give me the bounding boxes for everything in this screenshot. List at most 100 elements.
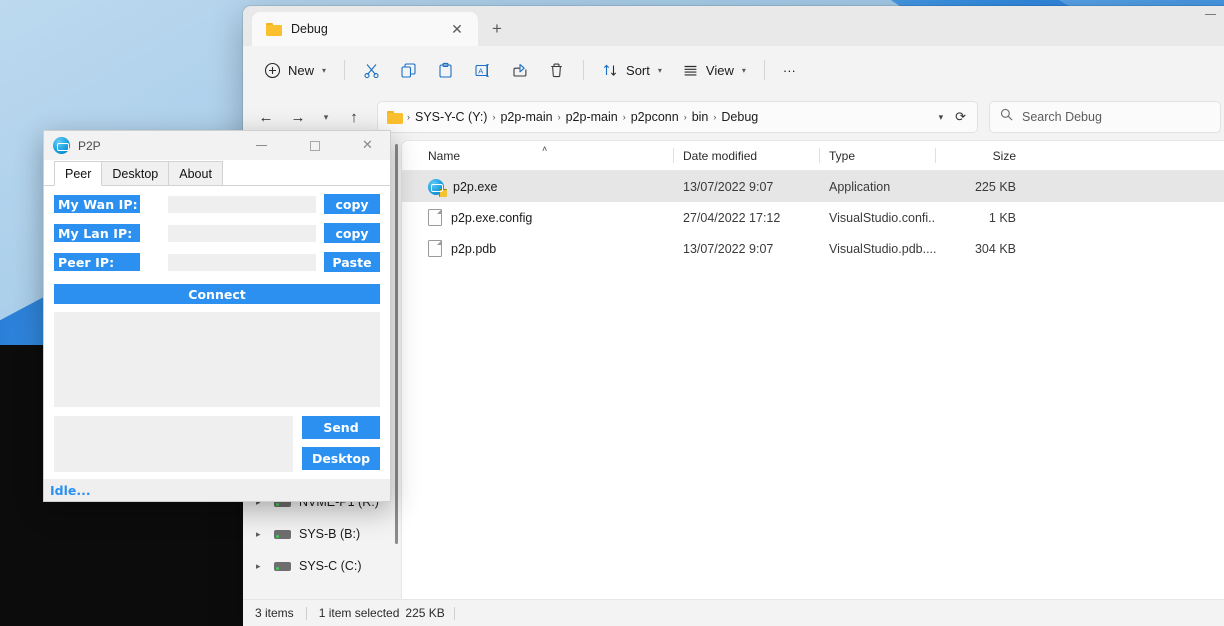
file-size-cell: 1 KB	[988, 210, 1016, 225]
sort-button-label: Sort	[626, 62, 650, 78]
file-type-cell: Application	[829, 179, 891, 194]
refresh-icon[interactable]: ⟳	[950, 109, 971, 125]
table-row[interactable]: p2p.pdb 13/07/2022 9:07 VisualStudio.pdb…	[402, 233, 1224, 264]
chevron-right-icon[interactable]: ▸	[256, 561, 266, 572]
back-button[interactable]: ←	[251, 102, 281, 132]
new-button[interactable]: New ▾	[255, 54, 335, 86]
sidebar-item-sys-b[interactable]: ▸ SYS-B (B:)	[243, 518, 401, 550]
forward-button[interactable]: →	[283, 102, 313, 132]
lan-ip-label: My Lan IP:	[54, 224, 140, 242]
peer-ip-label: Peer IP:	[54, 253, 140, 271]
tab-about[interactable]: About	[168, 161, 223, 185]
file-date-cell: 27/04/2022 17:12	[683, 210, 781, 225]
breadcrumb-item-1[interactable]: p2p-main	[495, 110, 557, 124]
search-input[interactable]: Search Debug	[989, 101, 1221, 133]
breadcrumb-item-5[interactable]: Debug	[716, 110, 763, 124]
paste-peer-ip-button[interactable]: Paste	[324, 252, 380, 272]
sort-icon	[602, 62, 619, 79]
sort-button[interactable]: Sort ▾	[593, 54, 671, 86]
terminal-output: ject	[0, 542, 240, 563]
close-button[interactable]: ✕	[345, 131, 390, 160]
column-header-name[interactable]: Name ˄	[420, 141, 674, 170]
p2p-app-window[interactable]: P2P ✕ Peer Desktop About My Wan IP: copy…	[43, 130, 391, 502]
chevron-down-icon[interactable]: ▾	[658, 66, 662, 75]
chevron-down-icon[interactable]: ▾	[742, 66, 746, 75]
breadcrumb-item-0[interactable]: SYS-Y-C (Y:)	[410, 110, 492, 124]
file-name-cell: p2p.exe.config	[420, 209, 674, 226]
message-input[interactable]	[54, 416, 293, 472]
copy-lan-ip-button[interactable]: copy	[324, 223, 380, 243]
cut-button[interactable]	[354, 54, 389, 86]
selection-label: 1 item selected	[318, 606, 400, 620]
p2p-status-bar: Idle...	[44, 479, 390, 501]
paste-icon	[437, 62, 454, 79]
background-window-minimize-icon[interactable]	[1205, 14, 1216, 15]
file-date-cell: 13/07/2022 9:07	[683, 179, 774, 194]
chevron-down-icon[interactable]: ▾	[932, 112, 951, 123]
divider	[583, 60, 585, 80]
sidebar-item-sys-c[interactable]: ▸ SYS-C (C:)	[243, 550, 401, 582]
view-button-label: View	[705, 62, 734, 78]
send-button[interactable]: Send	[302, 416, 380, 439]
new-button-label: New	[288, 62, 315, 78]
maximize-button[interactable]	[292, 131, 337, 160]
breadcrumb[interactable]: › SYS-Y-C (Y:) › p2p-main › p2p-main › p…	[377, 101, 978, 133]
p2p-tab-bar: Peer Desktop About	[44, 160, 390, 186]
svg-text:A: A	[478, 66, 483, 75]
chevron-down-icon[interactable]: ▾	[322, 66, 326, 75]
table-row[interactable]: p2p.exe 13/07/2022 9:07 Application 225 …	[402, 171, 1224, 202]
breadcrumb-item-4[interactable]: bin	[687, 110, 714, 124]
divider	[453, 606, 455, 620]
search-icon	[1000, 108, 1013, 126]
file-date-cell: 13/07/2022 9:07	[683, 241, 774, 256]
table-row[interactable]: p2p.exe.config 27/04/2022 17:12 VisualSt…	[402, 202, 1224, 233]
item-count-label: 3 items	[255, 606, 294, 620]
selection-size-label: 225 KB	[405, 606, 445, 620]
rename-button[interactable]: A	[465, 54, 500, 86]
file-type-cell: VisualStudio.confi...	[829, 210, 936, 225]
column-header-size[interactable]: Size	[936, 141, 1018, 170]
divider	[344, 60, 346, 80]
connect-button[interactable]: Connect	[54, 284, 380, 304]
file-name-label: p2p.exe	[453, 179, 498, 194]
breadcrumb-item-2[interactable]: p2p-main	[561, 110, 623, 124]
chat-log[interactable]	[54, 312, 380, 407]
p2p-app-icon	[53, 137, 70, 154]
trash-icon	[548, 62, 565, 79]
tab-peer[interactable]: Peer	[54, 161, 103, 186]
p2p-title-bar[interactable]: P2P ✕	[44, 131, 390, 160]
lan-ip-input[interactable]	[168, 224, 316, 242]
wan-ip-input[interactable]	[168, 195, 316, 213]
column-header-date[interactable]: Date modified	[674, 141, 820, 170]
copy-button[interactable]	[391, 54, 426, 86]
column-header-type[interactable]: Type	[820, 141, 936, 170]
peer-ip-row: Peer IP: Paste	[54, 252, 380, 272]
up-button[interactable]: ↑	[339, 102, 369, 132]
file-size-cell: 304 KB	[974, 241, 1016, 256]
scissors-icon	[363, 62, 380, 79]
view-button[interactable]: View ▾	[673, 54, 755, 86]
plus-circle-icon	[264, 62, 281, 79]
sidebar-scrollbar[interactable]	[395, 144, 398, 544]
copy-wan-ip-button[interactable]: copy	[324, 194, 380, 214]
column-header-date-label: Date modified	[683, 148, 758, 163]
breadcrumb-item-3[interactable]: p2pconn	[626, 110, 684, 124]
folder-icon	[387, 110, 403, 124]
file-type-cell: VisualStudio.pdb....	[829, 241, 936, 256]
close-icon[interactable]: ✕	[444, 16, 470, 42]
new-tab-button[interactable]: +	[484, 16, 510, 42]
sidebar-item-label: SYS-C (C:)	[299, 559, 362, 573]
more-options-button[interactable]: ···	[774, 54, 805, 86]
file-icon	[428, 240, 442, 257]
minimize-button[interactable]	[239, 131, 284, 160]
share-button[interactable]	[502, 54, 537, 86]
desktop-button[interactable]: Desktop	[302, 447, 380, 470]
view-icon	[682, 62, 699, 79]
tab-desktop[interactable]: Desktop	[101, 161, 170, 185]
delete-button[interactable]	[539, 54, 574, 86]
chevron-right-icon[interactable]: ▸	[256, 529, 266, 540]
peer-ip-input[interactable]	[168, 253, 316, 271]
paste-button[interactable]	[428, 54, 463, 86]
tab-debug[interactable]: Debug ✕	[252, 12, 478, 46]
recent-locations-button[interactable]: ▾	[315, 102, 337, 132]
